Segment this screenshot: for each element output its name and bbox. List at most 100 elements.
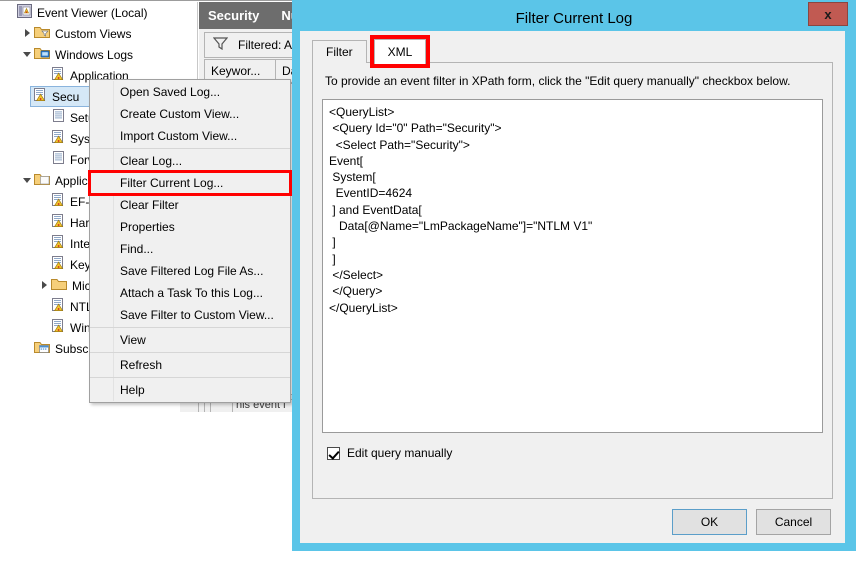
button-label: OK <box>700 515 719 529</box>
context-menu-item-label: Create Custom View... <box>120 107 240 121</box>
tab-xml[interactable]: XML <box>369 35 431 68</box>
log-icon <box>51 214 65 231</box>
xml-query-text: <QueryList> <Query Id="0" Path="Security… <box>329 105 593 315</box>
custom-views-folder-icon <box>34 25 50 42</box>
expand-arrow-icon[interactable] <box>21 27 34 40</box>
cancel-button[interactable]: Cancel <box>756 509 831 535</box>
tree-item-label: Custom Views <box>55 26 132 41</box>
context-menu-item-label: Filter Current Log... <box>120 176 224 190</box>
context-menu-item[interactable]: Filter Current Log... <box>88 170 292 196</box>
context-menu-item-label: View <box>120 333 146 347</box>
xml-query-input[interactable]: <QueryList> <Query Id="0" Path="Security… <box>322 99 823 433</box>
context-menu-item-label: Properties <box>120 220 175 234</box>
log-icon <box>51 130 65 147</box>
filter-status-text: Filtered: A <box>238 38 293 52</box>
screen: Event Viewer (Local) Custom Views Windows … <box>0 0 856 561</box>
log-icon <box>51 235 65 252</box>
tab-strip: Filter XML <box>312 35 833 68</box>
tree-item[interactable]: Custom Views <box>0 23 197 44</box>
context-menu-item[interactable]: Clear Log... <box>90 150 290 172</box>
context-menu-item[interactable]: View <box>90 329 290 351</box>
context-menu-item-label: Clear Log... <box>120 154 183 168</box>
column-header-label: Keywor... <box>211 64 261 78</box>
context-menu-separator <box>90 352 290 353</box>
context-menu-separator <box>90 327 290 328</box>
button-label: Cancel <box>774 515 813 529</box>
dialog-body: Filter XML To provide an event filter in … <box>300 31 845 543</box>
context-menu-item-label: Find... <box>120 242 154 256</box>
tree-item-label: Secu <box>52 89 80 104</box>
context-menu-item[interactable]: Attach a Task To this Log... <box>90 282 290 304</box>
tab-label: Filter <box>326 45 353 59</box>
context-menu-item-label: Import Custom View... <box>120 129 238 143</box>
context-menu[interactable]: Open Saved Log... Create Custom View... Im… <box>88 79 292 403</box>
funnel-icon <box>212 37 229 53</box>
ok-button[interactable]: OK <box>672 509 747 535</box>
tab-filter[interactable]: Filter <box>312 40 367 63</box>
applications-folder-icon <box>34 172 50 189</box>
tab-label: XML <box>387 45 413 59</box>
tree-item[interactable]: Windows Logs <box>0 44 197 65</box>
tree-item[interactable]: Event Viewer (Local) <box>0 2 197 23</box>
log-icon <box>51 298 65 315</box>
log-icon <box>51 319 65 336</box>
filter-current-log-dialog: Filter Current Log x Filter XML To provid… <box>292 0 856 551</box>
event-viewer-icon <box>17 4 32 21</box>
close-icon[interactable]: x <box>808 2 848 26</box>
context-menu-item[interactable]: Create Custom View... <box>90 103 290 125</box>
context-menu-item[interactable]: Open Saved Log... <box>90 81 290 103</box>
windows-logs-folder-icon <box>34 46 50 63</box>
log-plain-icon <box>51 151 65 168</box>
context-menu-item-label: Help <box>120 383 145 397</box>
context-menu-item[interactable]: Clear Filter <box>90 194 290 216</box>
context-menu-separator <box>90 148 290 149</box>
dialog-button-row: OK Cancel <box>300 509 845 535</box>
log-icon <box>51 67 65 84</box>
context-menu-item-label: Open Saved Log... <box>120 85 221 99</box>
context-menu-item-label: Save Filter to Custom View... <box>120 308 274 322</box>
tree-item-label: Windows Logs <box>55 47 134 62</box>
context-menu-item[interactable]: Refresh <box>90 354 290 376</box>
context-menu-separator <box>90 377 290 378</box>
context-menu-item[interactable]: Help <box>90 379 290 401</box>
folder-icon <box>51 277 67 294</box>
log-icon <box>51 256 65 273</box>
context-menu-item-label: Save Filtered Log File As... <box>120 264 264 278</box>
log-icon <box>51 193 65 210</box>
context-menu-item-label: Clear Filter <box>120 198 179 212</box>
collapse-arrow-icon[interactable] <box>21 174 34 187</box>
context-menu-item-label: Refresh <box>120 358 163 372</box>
checkbox-box[interactable] <box>327 446 340 460</box>
log-plain-icon <box>51 109 65 126</box>
log-icon <box>33 88 47 105</box>
context-menu-item[interactable]: Find... <box>90 238 290 260</box>
xml-tab-panel: To provide an event filter in XPath form… <box>312 62 833 499</box>
expand-arrow-icon[interactable] <box>38 279 51 292</box>
edit-query-manually-checkbox[interactable]: Edit query manually <box>327 446 452 460</box>
checkbox-label: Edit query manually <box>347 446 453 460</box>
tree-item-label: Event Viewer (Local) <box>37 5 148 20</box>
context-menu-item-label: Attach a Task To this Log... <box>120 286 263 300</box>
context-menu-item[interactable]: Save Filter to Custom View... <box>90 304 290 326</box>
context-menu-item[interactable]: Properties <box>90 216 290 238</box>
dialog-title: Filter Current Log <box>515 10 633 27</box>
close-button-label: x <box>824 6 832 22</box>
context-menu-item[interactable]: Save Filtered Log File As... <box>90 260 290 282</box>
instruction-text: To provide an event filter in XPath form… <box>325 74 791 88</box>
context-menu-item[interactable]: Import Custom View... <box>90 125 290 147</box>
collapse-arrow-icon[interactable] <box>21 48 34 61</box>
pane-header-title: Security <box>208 8 260 23</box>
subscriptions-icon <box>34 340 50 357</box>
